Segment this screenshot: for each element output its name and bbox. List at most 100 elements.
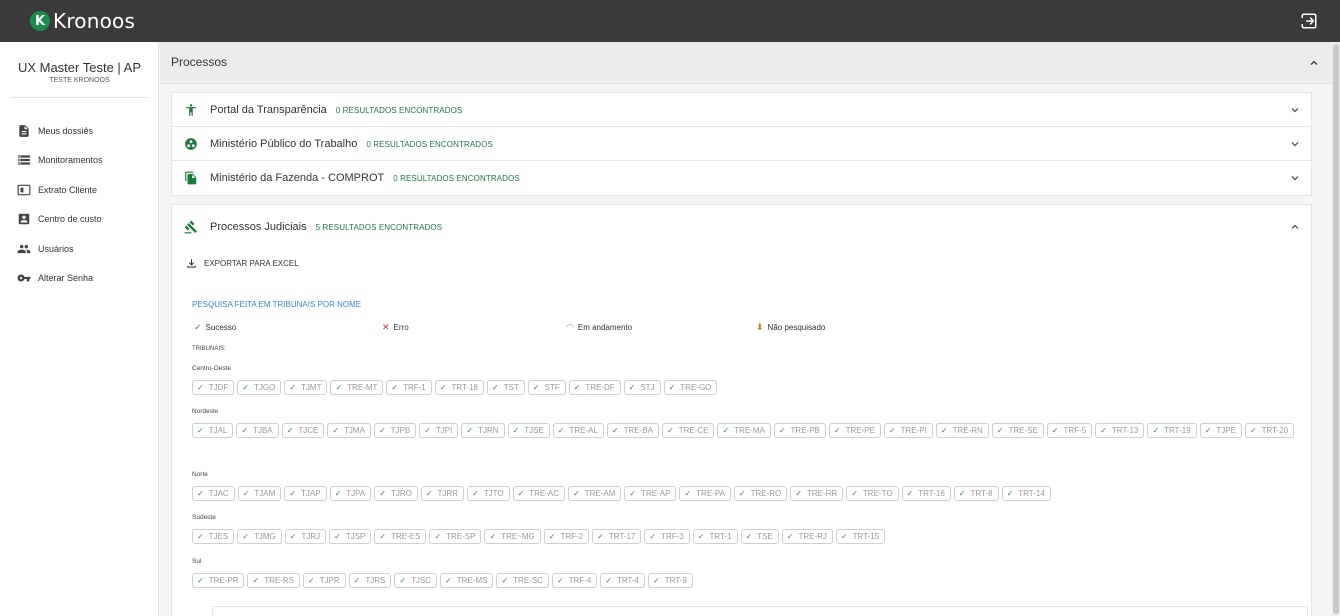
chevron-up-icon[interactable] — [1308, 57, 1320, 69]
sidebar-item-label: Monitoramentos — [38, 155, 103, 166]
court-chip: ✓ TRE-AM — [568, 486, 622, 501]
court-name: TRE-SC — [513, 576, 543, 585]
check-icon: ✓ — [242, 489, 250, 498]
results-count: 0 RESULTADOS ENCONTRADOS — [366, 139, 493, 149]
court-name: TJSE — [524, 426, 544, 435]
court-chip: ✓ TRT-17 — [592, 529, 642, 544]
check-icon: ✓ — [786, 532, 794, 541]
court-chip: ✓ TRE-PI — [883, 423, 933, 438]
export-excel-button[interactable]: EXPORTAR PARA EXCEL — [186, 258, 299, 269]
check-icon: ✓ — [424, 426, 431, 435]
panel-header[interactable]: Portal da Transparência 0 RESULTADOS ENC… — [172, 93, 1311, 127]
court-name: TRT-13 — [1111, 426, 1139, 435]
kronoos-logo[interactable]: K Kronoos — [30, 9, 135, 33]
sidebar-item-alterar-senha[interactable]: Alterar Senha — [0, 264, 159, 294]
court-chip: ✓ TJSC — [394, 573, 438, 588]
court-chip: ✓ TRT-15 — [835, 529, 886, 544]
court-chip: ✓ TRE-AL — [552, 423, 604, 438]
logo-text: Kronoos — [53, 9, 136, 33]
processos-header[interactable]: Processos — [160, 42, 1332, 84]
check-icon: ✓ — [491, 383, 499, 392]
check-icon: ✓ — [425, 489, 433, 498]
court-chip: ✓ TJRR — [420, 486, 464, 501]
court-chip: ✓ TJPE — [1199, 423, 1242, 438]
check-icon: ✓ — [439, 383, 447, 392]
court-chip: ✓ TRE-MT — [330, 380, 384, 395]
check-icon: ✓ — [197, 576, 204, 585]
court-chip: ✓ TRE-AC — [512, 486, 566, 501]
check-icon: ✓ — [573, 489, 580, 498]
court-chip: ✓ TJSP — [329, 529, 372, 544]
chevron-down-icon[interactable] — [1289, 172, 1301, 184]
panel-header[interactable]: Ministério Público do Trabalho 0 RESULTA… — [172, 127, 1311, 161]
panel-portal-transparencia[interactable]: Portal da Transparência 0 RESULTADOS ENC… — [171, 92, 1312, 128]
court-chip: ✓ TJBA — [236, 423, 279, 438]
results-count: 0 RESULTADOS ENCONTRADOS — [335, 105, 463, 115]
region-name: Norte — [192, 471, 208, 478]
court-chip: ✓ TRE-SE — [991, 423, 1044, 438]
court-name: TJPA — [346, 489, 366, 498]
court-name: TRE-RN — [952, 426, 983, 435]
user-organization: TESTE KRONOOS — [49, 77, 110, 84]
region-name: Sudeste — [192, 514, 216, 521]
court-chip: ✓ TRT-4 — [600, 573, 646, 588]
court-chip: ✓ TRT-13 — [1095, 423, 1145, 438]
court-chip: ✓ TJES — [192, 529, 235, 544]
check-icon: ✓ — [1006, 489, 1014, 498]
court-name: TJPE — [1216, 426, 1236, 435]
court-chip: ✓ TJMT — [284, 380, 328, 395]
export-label: EXPORTAR PARA EXCEL — [204, 259, 299, 268]
check-icon: ✓ — [445, 576, 452, 585]
chevron-up-icon[interactable] — [1289, 221, 1301, 233]
sidebar-item-extrato-cliente[interactable]: Extrato Cliente — [0, 175, 159, 205]
check-icon: ✓ — [289, 489, 296, 498]
check-icon: ✓ — [1152, 426, 1160, 435]
court-chip: ✓ TRT-9 — [648, 573, 693, 588]
check-icon: ✓ — [851, 489, 858, 498]
court-name: TRE-RS — [264, 576, 294, 585]
check-icon: ✓ — [996, 426, 1004, 435]
region-name: Sul — [192, 558, 202, 565]
panel-ministerio-publico-trabalho[interactable]: Ministério Público do Trabalho 0 RESULTA… — [171, 126, 1312, 162]
court-name: TRT-17 — [608, 532, 636, 541]
court-chip: ✓ TRT-18 — [434, 380, 484, 395]
panel-header[interactable]: Ministério da Fazenda - COMPROT 0 RESULT… — [172, 161, 1311, 195]
main-content: Processos Portal da Transparência 0 RESU… — [160, 42, 1340, 616]
court-name: TRT-18 — [451, 383, 478, 392]
scrollbar-thumb[interactable] — [1333, 44, 1339, 614]
check-icon: ✓ — [629, 489, 637, 498]
court-name: TJMG — [253, 532, 276, 541]
court-chip: ✓ TJPA — [329, 486, 372, 501]
sidebar: UX Master Teste | AP TESTE KRONOOS Meus … — [0, 42, 159, 616]
check-icon: ✓ — [605, 576, 613, 585]
court-chip: ✓ TRF-4 — [551, 573, 598, 588]
court-name: TRT-1 — [709, 532, 732, 541]
scrollbar[interactable] — [1332, 42, 1340, 616]
check-icon: ✓ — [684, 489, 692, 498]
court-name: TJRS — [365, 576, 386, 585]
check-icon: ✓ — [391, 383, 399, 392]
court-name: TJRO — [390, 489, 412, 498]
court-name: TJCE — [298, 426, 319, 435]
check-icon: ✓ — [289, 532, 297, 541]
chevron-down-icon[interactable] — [1289, 104, 1301, 116]
sidebar-item-monitoramentos[interactable]: Monitoramentos — [0, 146, 159, 176]
logout-icon[interactable] — [1300, 12, 1318, 30]
statement-icon — [17, 184, 31, 195]
sidebar-item-centro-de-custo[interactable]: Centro de custo — [0, 205, 159, 235]
check-icon: ✓ — [628, 383, 636, 392]
top-bar: K Kronoos — [0, 0, 1340, 42]
court-name: TRE-SE — [1008, 426, 1038, 435]
sidebar-item-label: Alterar Senha — [38, 273, 94, 284]
legend-success: ✓ Sucesso — [194, 322, 236, 333]
check-icon: ✓ — [697, 532, 705, 541]
panel-ministerio-fazenda[interactable]: Ministério da Fazenda - COMPROT 0 RESULT… — [171, 160, 1312, 196]
panel-header[interactable]: Processos Judiciais 5 RESULTADOS ENCONTR… — [172, 205, 1311, 249]
sidebar-item-usuarios[interactable]: Usuários — [0, 234, 159, 264]
court-chip: ✓ TRE-PB — [773, 423, 826, 438]
court-name: TSE — [757, 532, 773, 541]
sidebar-item-meus-dossies[interactable]: Meus dossiês — [0, 116, 159, 146]
court-name: TST — [503, 383, 519, 392]
court-chip: ✓ TJRN — [461, 423, 505, 438]
chevron-down-icon[interactable] — [1289, 138, 1301, 150]
